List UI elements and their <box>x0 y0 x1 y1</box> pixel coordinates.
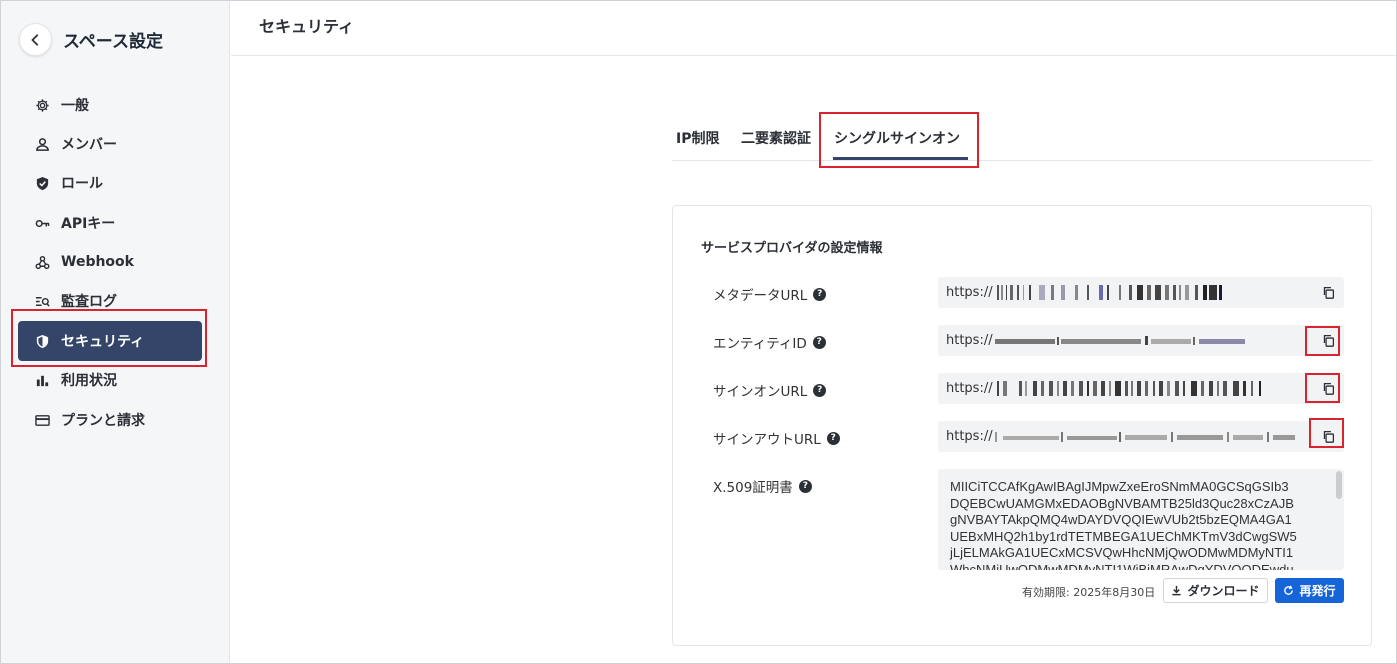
credit-card-icon <box>34 412 50 428</box>
redacted-url-blur <box>994 432 1295 442</box>
sign-on-url-label: サインオンURL ? <box>713 380 827 400</box>
certificate-line: jLjELMAkGA1UECxMCSVQwHhcNMjQwODMwMDMyNTI… <box>950 545 1294 560</box>
help-icon[interactable]: ? <box>798 479 812 493</box>
field-label: X.509証明書 <box>713 480 793 496</box>
sidebar-item-label: 一般 <box>61 98 89 114</box>
chevron-left-icon <box>30 33 38 46</box>
copy-button[interactable] <box>1320 284 1336 300</box>
security-highlight-box <box>11 309 207 367</box>
download-button[interactable]: ダウンロード <box>1163 578 1268 603</box>
sidebar-item-api-keys[interactable]: APIキー <box>18 203 202 243</box>
sidebar-item-general[interactable]: 一般 <box>18 85 202 125</box>
certificate-label: X.509証明書 ? <box>713 476 812 496</box>
help-icon[interactable]: ? <box>812 335 826 349</box>
sidebar-item-roles[interactable]: ロール <box>18 163 202 203</box>
sp-settings-card: サービスプロバイダの設定情報 メタデータURL ? https:// エンティテ… <box>672 205 1372 646</box>
audit-search-icon <box>34 293 50 309</box>
person-icon <box>34 136 50 152</box>
copy-highlight-box <box>1309 418 1344 448</box>
sign-out-url-field[interactable]: https:// <box>938 421 1344 452</box>
sidebar-item-label: ロール <box>61 176 103 192</box>
certificate-scrollbar[interactable] <box>1336 471 1342 499</box>
copy-icon <box>1323 286 1334 299</box>
sidebar-item-label: 利用状況 <box>61 373 117 389</box>
download-icon <box>1172 585 1182 596</box>
help-icon[interactable]: ? <box>826 431 840 445</box>
certificate-expiry: 有効期限: 2025年8月30日 <box>1022 586 1156 599</box>
url-prefix: https:// <box>946 381 993 396</box>
redacted-url-blur <box>996 285 1222 300</box>
certificate-line: WhcNMjUwODMwMDMyNTI1WjBjMRAwDgYDVQQDEwdu <box>950 561 1294 571</box>
certificate-line: gNVBAYTAkpQMQ4wDAYDVQQIEwVUb2t5bzEQMA4GA… <box>950 512 1292 527</box>
help-icon[interactable]: ? <box>813 383 827 397</box>
sidebar-item-label: APIキー <box>61 216 116 232</box>
sso-tab-highlight-box <box>819 112 979 168</box>
sign-on-url-field[interactable]: https:// <box>938 373 1344 404</box>
reissue-button[interactable]: 再発行 <box>1275 578 1344 603</box>
url-prefix: https:// <box>946 333 993 348</box>
space-settings-title: スペース設定 <box>63 32 163 52</box>
refresh-icon <box>1284 585 1294 595</box>
gear-icon <box>34 97 50 113</box>
redacted-url-blur <box>996 381 1261 396</box>
field-label: メタデータURL <box>713 288 808 304</box>
url-prefix: https:// <box>946 285 993 300</box>
redacted-url-blur <box>994 336 1245 345</box>
field-label: サインオンURL <box>713 384 808 400</box>
certificate-textarea[interactable]: MIICiTCCAfKgAwIBAgIJMpwZxeEroSNmMA0GCSqG… <box>938 469 1344 570</box>
help-icon[interactable]: ? <box>813 287 827 301</box>
certificate-line: DQEBCwUAMGMxEDAOBgNVBAMTB25ld3Quc28xCzAJ… <box>950 495 1294 511</box>
shield-check-icon <box>34 175 50 191</box>
download-label: ダウンロード <box>1187 584 1260 598</box>
back-button[interactable] <box>19 23 52 56</box>
key-icon <box>34 215 50 231</box>
tab-two-factor[interactable]: 二要素認証 <box>741 128 811 148</box>
card-title: サービスプロバイダの設定情報 <box>701 241 883 256</box>
metadata-url-label: メタデータURL ? <box>713 284 827 304</box>
tab-ip-restriction[interactable]: IP制限 <box>676 128 719 148</box>
field-label: サインアウトURL <box>713 432 821 448</box>
sidebar-item-webhook[interactable]: Webhook <box>18 242 202 282</box>
sidebar-item-label: 監査ログ <box>61 294 117 310</box>
copy-highlight-box <box>1305 373 1340 403</box>
certificate-line: UEBxMHQ2h1by1rdTETMBEGA1UEChMKTmV3dCwgSW… <box>950 528 1297 544</box>
url-prefix: https:// <box>946 429 993 444</box>
page-title: セキュリティ <box>259 17 355 36</box>
page-header: セキュリティ <box>231 1 1396 56</box>
bar-chart-icon <box>34 372 50 388</box>
copy-highlight-box <box>1305 326 1340 356</box>
metadata-url-field[interactable]: https:// <box>938 277 1344 308</box>
sidebar-item-label: メンバー <box>61 137 117 153</box>
tab-bar: IP制限 二要素認証 シングルサインオン <box>672 114 1372 161</box>
webhook-icon <box>34 254 50 270</box>
sign-out-url-label: サインアウトURL ? <box>713 428 840 448</box>
sidebar-item-label: Webhook <box>61 254 134 270</box>
sidebar-item-billing[interactable]: プランと請求 <box>18 400 202 440</box>
entity-id-label: エンティティID ? <box>713 332 826 352</box>
certificate-line: MIICiTCCAfKgAwIBAgIJMpwZxeEroSNmMA0GCSqG… <box>950 479 1289 494</box>
sidebar-item-label: プランと請求 <box>61 413 145 429</box>
field-label: エンティティID <box>713 336 807 352</box>
sidebar-item-members[interactable]: メンバー <box>18 124 202 164</box>
entity-id-field[interactable]: https:// <box>938 325 1344 356</box>
reissue-label: 再発行 <box>1299 584 1336 598</box>
